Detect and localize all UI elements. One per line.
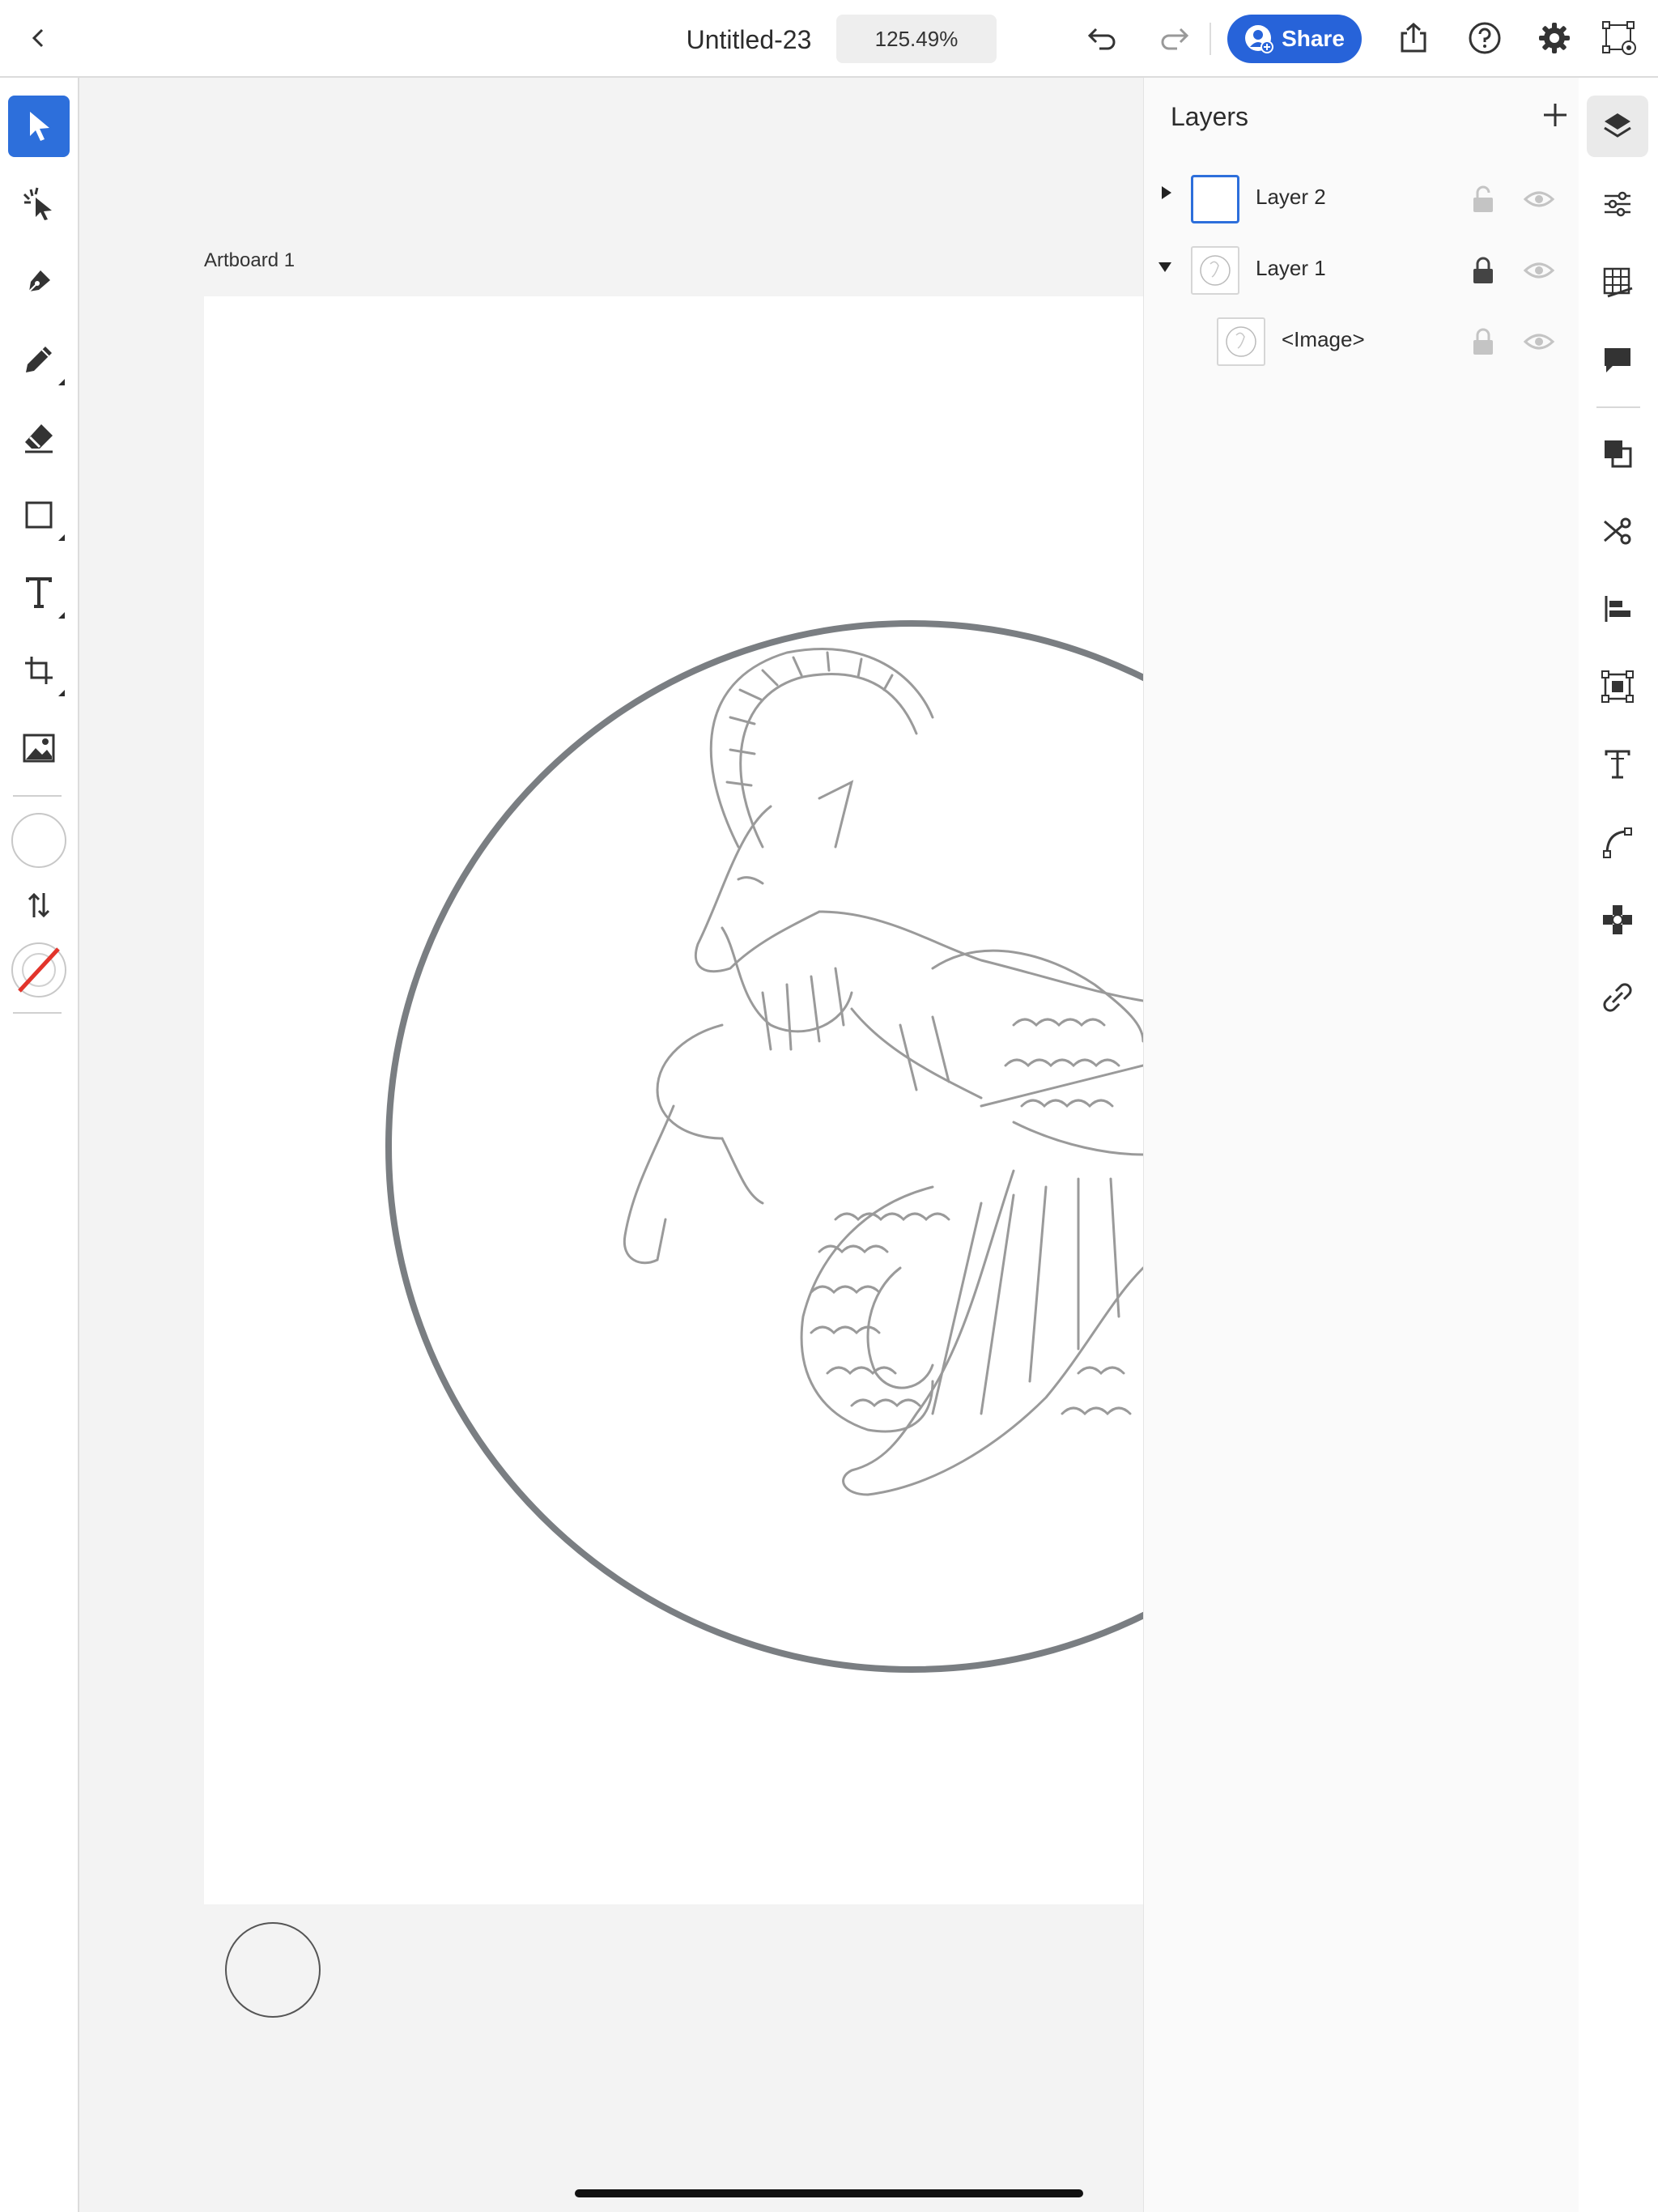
toolbar-divider [13, 1012, 62, 1014]
layers-icon[interactable] [1587, 96, 1648, 157]
type-panel-icon[interactable] [1587, 734, 1648, 795]
rectangle-icon[interactable] [8, 484, 70, 546]
share-label: Share [1282, 26, 1345, 51]
fill-swatch-icon[interactable] [8, 810, 70, 871]
link-icon[interactable] [1587, 967, 1648, 1028]
toolbar-divider [1209, 23, 1211, 55]
curve-icon[interactable] [1587, 811, 1648, 873]
stroke-none-icon[interactable] [8, 939, 70, 1001]
eraser-icon[interactable] [8, 406, 70, 468]
layer-name[interactable]: Layer 1 [1256, 256, 1326, 281]
layer-name[interactable]: Layer 2 [1256, 185, 1326, 210]
layer-thumbnail [1217, 317, 1265, 366]
layers-panel-title: Layers [1171, 102, 1249, 131]
comment-icon[interactable] [1587, 329, 1648, 390]
bounding-box-icon[interactable] [1596, 15, 1642, 61]
add-layer-icon[interactable] [1539, 99, 1571, 131]
layer-row-layer-1[interactable]: Layer 1 [1144, 238, 1579, 303]
help-icon[interactable] [1462, 15, 1507, 61]
grid-icon[interactable] [1587, 251, 1648, 313]
eye-icon[interactable] [1523, 185, 1555, 214]
align-icon[interactable] [1587, 578, 1648, 640]
eye-icon[interactable] [1523, 256, 1555, 285]
layer-row-layer-2[interactable]: Layer 2 [1144, 167, 1579, 232]
artboard[interactable] [204, 296, 1143, 1904]
text-icon[interactable] [8, 562, 70, 623]
pen-icon[interactable] [8, 251, 70, 313]
gear-icon[interactable] [1532, 15, 1577, 61]
toolbar-divider [13, 795, 62, 797]
layer-name[interactable]: <Image> [1282, 327, 1365, 352]
undo-icon[interactable] [1080, 15, 1125, 61]
direct-selection-icon[interactable] [8, 173, 70, 235]
layer-thumbnail [1191, 175, 1239, 223]
artboard-label[interactable]: Artboard 1 [204, 249, 295, 272]
redo-icon[interactable] [1151, 15, 1197, 61]
layer-row-image[interactable]: <Image> [1144, 309, 1579, 374]
lock-icon[interactable] [1471, 327, 1495, 356]
pencil-icon[interactable] [8, 329, 70, 390]
chevron-left-icon[interactable] [16, 15, 62, 61]
symbol-icon[interactable] [1587, 889, 1648, 951]
expand-arrow-icon[interactable] [1162, 186, 1171, 199]
artboard-artwork[interactable] [204, 296, 1143, 1904]
scissors-icon[interactable] [1587, 500, 1648, 562]
export-icon[interactable] [1391, 15, 1436, 61]
layers-panel: Layers Layer 2 Layer 1 <Image> [1143, 78, 1581, 2212]
image-icon[interactable] [8, 717, 70, 779]
share-button[interactable]: Share [1227, 15, 1362, 63]
home-indicator[interactable] [575, 2189, 1083, 2197]
toolbar-divider [1596, 406, 1640, 408]
share-user-icon [1244, 24, 1274, 53]
capricorn-sketch [623, 648, 1143, 1496]
canvas-area[interactable]: Artboard 1 [79, 78, 1143, 2212]
zoom-level[interactable]: 125.49% [836, 15, 997, 63]
document-title[interactable]: Untitled-23 [664, 19, 834, 60]
collapse-arrow-icon[interactable] [1158, 262, 1171, 272]
touch-modifier-button[interactable] [225, 1922, 321, 2018]
selection-arrow-icon[interactable] [8, 96, 70, 157]
properties-icon[interactable] [1587, 173, 1648, 235]
unlock-icon[interactable] [1471, 185, 1495, 214]
top-toolbar: Untitled-23 125.49% Share [0, 0, 1658, 78]
transform-panel-icon[interactable] [1587, 656, 1648, 717]
right-toolbar [1579, 78, 1658, 2212]
left-toolbar [0, 78, 79, 2212]
transform-icon[interactable] [8, 640, 70, 701]
layer-thumbnail [1191, 246, 1239, 295]
swap-icon[interactable] [8, 874, 70, 936]
eye-icon[interactable] [1523, 327, 1555, 356]
lock-icon[interactable] [1471, 256, 1495, 285]
pathfinder-icon[interactable] [1587, 423, 1648, 484]
